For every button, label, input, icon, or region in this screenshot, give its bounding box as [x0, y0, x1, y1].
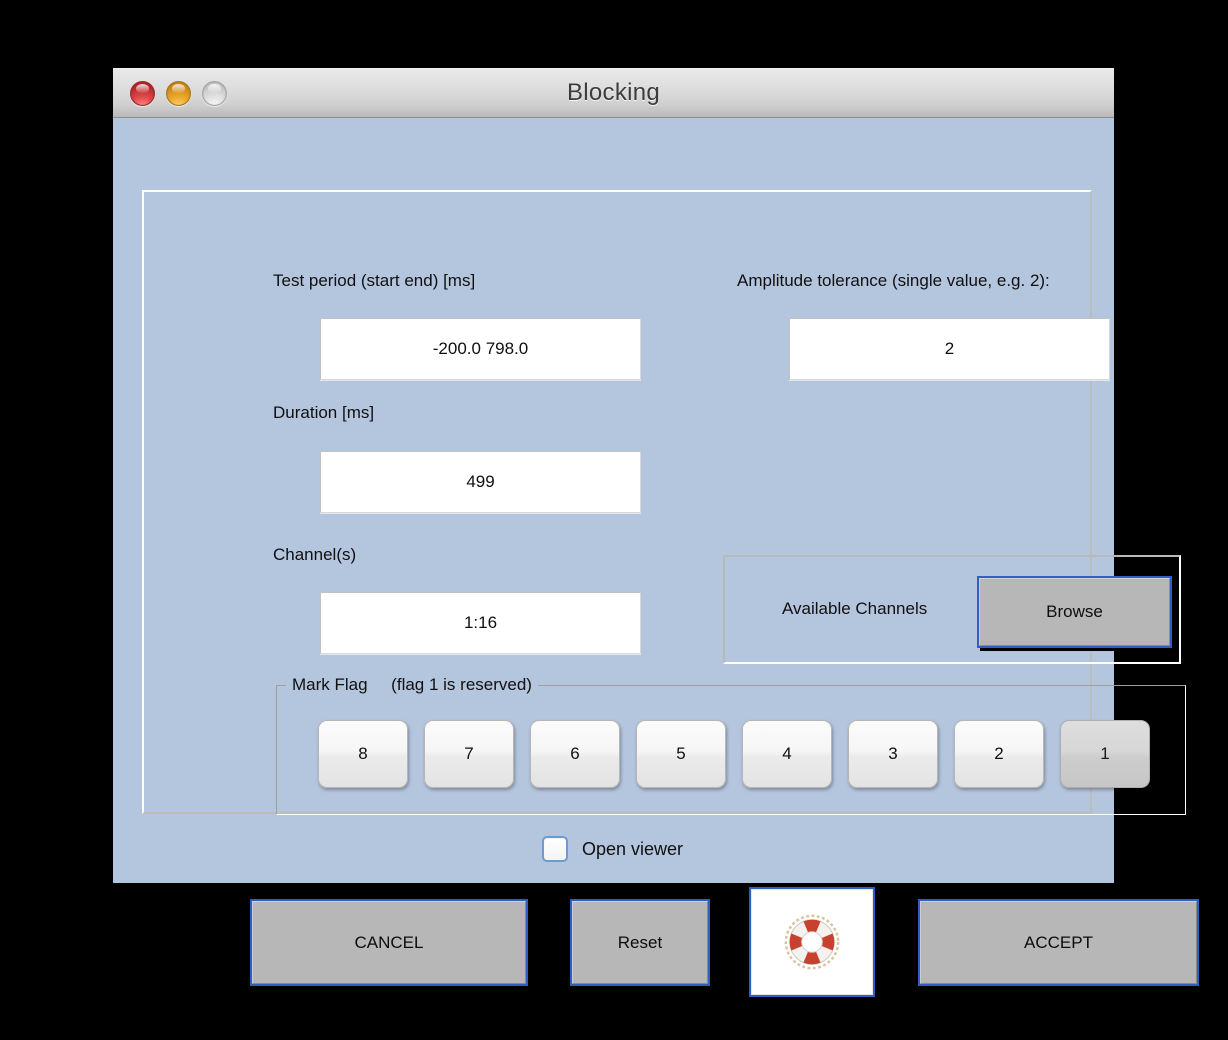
dialog-content: Test period (start end) [ms] -200.0 798.…	[113, 118, 1199, 997]
browse-button[interactable]: Browse	[977, 576, 1172, 648]
test-period-input[interactable]: -200.0 798.0	[320, 318, 641, 380]
open-viewer-row[interactable]: Open viewer	[542, 836, 683, 862]
lifebuoy-icon	[784, 914, 840, 970]
mark-flag-button-8[interactable]: 8	[318, 720, 408, 788]
mark-flag-button-7[interactable]: 7	[424, 720, 514, 788]
mark-flag-legend: Mark Flag (flag 1 is reserved)	[286, 675, 538, 695]
window-titlebar: Blocking	[113, 68, 1114, 118]
channels-label: Channel(s)	[273, 545, 357, 564]
open-viewer-label: Open viewer	[582, 838, 684, 859]
amplitude-tolerance-input[interactable]: 2	[789, 318, 1110, 380]
mark-flag-button-row: 87654321	[318, 720, 1150, 788]
reset-button[interactable]: Reset	[570, 899, 710, 986]
close-icon[interactable]	[130, 80, 155, 106]
cancel-button-label: CANCEL	[252, 901, 526, 984]
available-channels-label: Available Channels	[782, 599, 928, 618]
browse-button-label: Browse	[979, 578, 1170, 646]
amplitude-tolerance-label: Amplitude tolerance (single value, e.g. …	[737, 271, 1050, 290]
duration-input[interactable]: 499	[320, 451, 641, 513]
window-title: Blocking	[566, 79, 661, 106]
help-button-inner	[751, 889, 873, 995]
open-viewer-checkbox[interactable]	[542, 836, 568, 862]
maximize-icon[interactable]	[202, 80, 227, 106]
mark-flag-button-5[interactable]: 5	[636, 720, 726, 788]
screen: Blocking Test period (start end) [ms] -2…	[0, 0, 1228, 1040]
mark-flag-button-6[interactable]: 6	[530, 720, 620, 788]
minimize-icon[interactable]	[166, 80, 191, 106]
accept-button-label: ACCEPT	[920, 901, 1197, 984]
cancel-button[interactable]: CANCEL	[250, 899, 528, 986]
accept-button[interactable]: ACCEPT	[918, 899, 1199, 986]
test-period-label: Test period (start end) [ms]	[273, 271, 476, 290]
blocking-dialog-window: Blocking Test period (start end) [ms] -2…	[113, 68, 1199, 997]
mark-flag-button-3[interactable]: 3	[848, 720, 938, 788]
channels-input[interactable]: 1:16	[320, 592, 641, 654]
available-channels-panel: Available Channels Browse	[723, 555, 1181, 664]
reset-button-label: Reset	[572, 901, 708, 984]
help-button[interactable]	[749, 887, 875, 997]
mark-flag-button-1: 1	[1060, 720, 1150, 788]
mark-flag-group: Mark Flag (flag 1 is reserved) 87654321	[276, 675, 1186, 815]
mark-flag-button-2[interactable]: 2	[954, 720, 1044, 788]
duration-label: Duration [ms]	[273, 403, 375, 422]
mark-flag-button-4[interactable]: 4	[742, 720, 832, 788]
window-controls	[130, 69, 227, 117]
